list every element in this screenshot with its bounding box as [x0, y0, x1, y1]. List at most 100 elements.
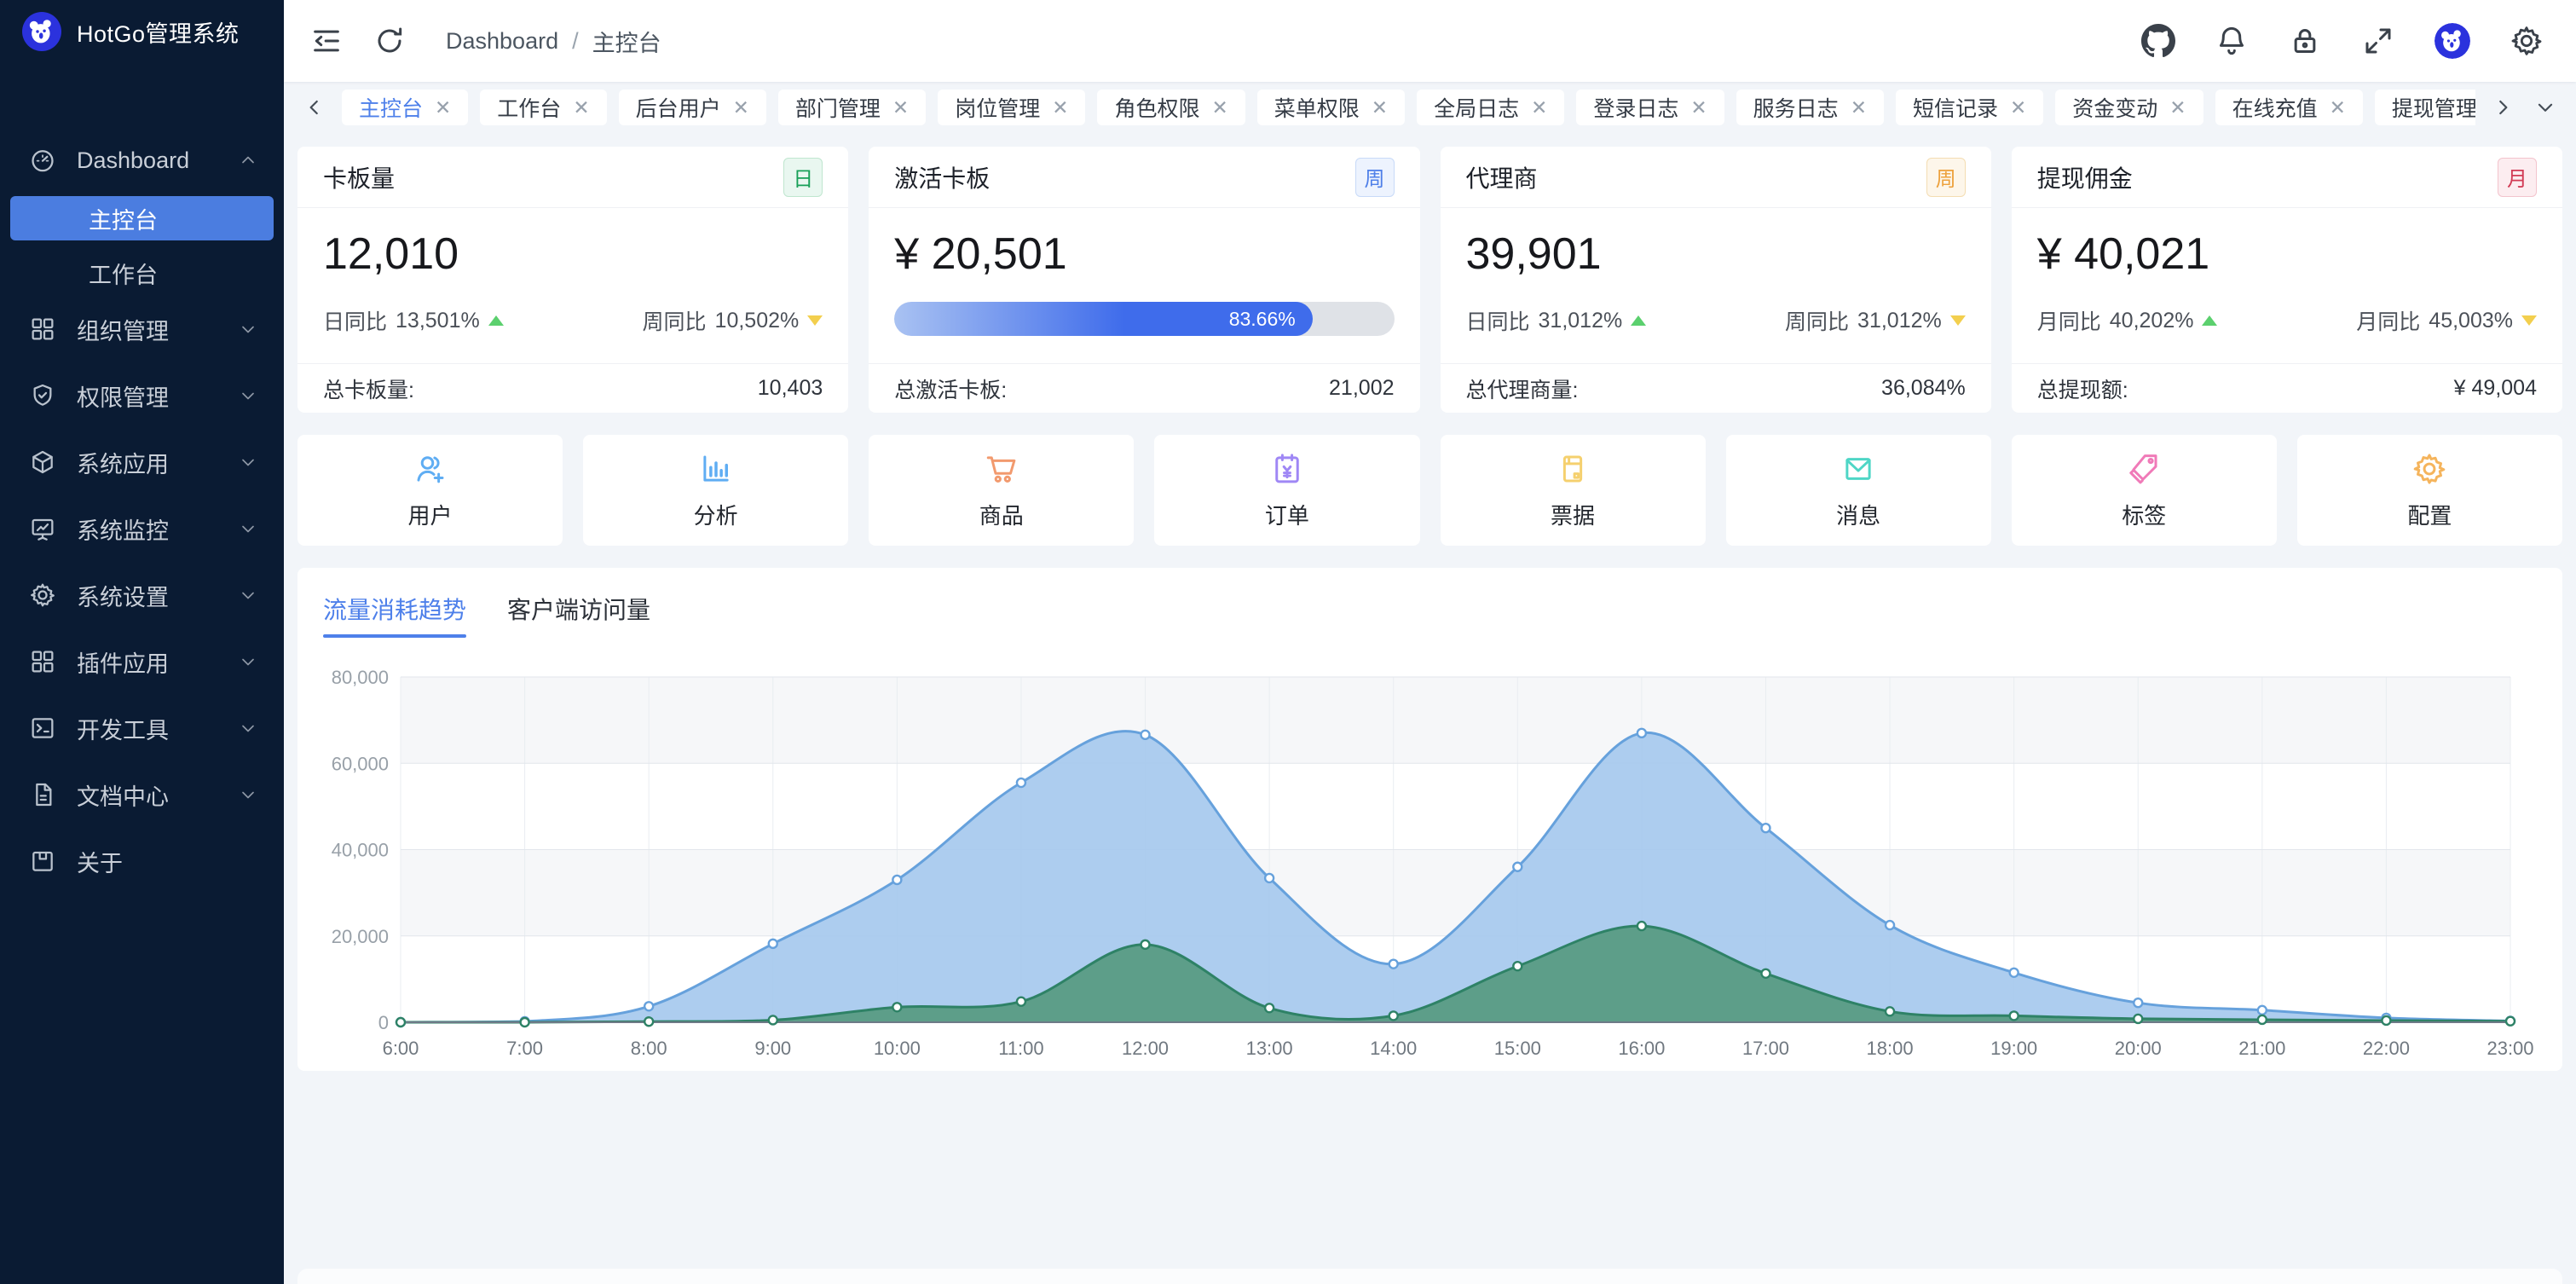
traffic-area-chart: 020,00040,00060,00080,0006:007:008:009:0…: [320, 645, 2540, 1079]
footer-value: ¥ 49,004: [2454, 376, 2537, 401]
monitor-chart-icon: [29, 515, 56, 542]
logo-row[interactable]: HotGo管理系统: [0, 0, 284, 55]
page-tab-7[interactable]: 全局日志 ✕: [1417, 90, 1564, 125]
trend-up-icon: [488, 315, 504, 326]
page-tab-label: 主控台: [359, 92, 423, 123]
quick-action-1[interactable]: 分析: [583, 435, 848, 546]
sidebar-item-1[interactable]: 组织管理: [0, 305, 284, 353]
close-tab-icon[interactable]: ✕: [435, 96, 451, 119]
trend-down-icon: [807, 315, 823, 326]
quick-action-0[interactable]: 用户: [297, 435, 563, 546]
tab-traffic-trend[interactable]: 流量消耗趋势: [323, 592, 466, 638]
svg-text:20,000: 20,000: [332, 926, 389, 947]
close-tab-icon[interactable]: ✕: [1212, 96, 1228, 119]
sidebar-item-9[interactable]: 关于: [0, 837, 284, 885]
footer-value: 10,403: [758, 376, 823, 401]
tabs-scroll-left-icon[interactable]: [299, 92, 330, 123]
refresh-icon[interactable]: [373, 24, 407, 58]
quick-action-label: 分析: [694, 499, 738, 530]
page-tab-label: 部门管理: [795, 92, 881, 123]
page-tab-12[interactable]: 在线充值✕: [2215, 90, 2363, 125]
github-icon[interactable]: [2141, 24, 2175, 58]
page-tab-1[interactable]: 工作台✕: [480, 90, 606, 125]
svg-text:15:00: 15:00: [1494, 1038, 1541, 1059]
period-badge-week: 周: [1355, 158, 1395, 197]
bar-chart-icon: [698, 451, 734, 487]
breadcrumb-root[interactable]: Dashboard: [446, 28, 558, 55]
page-tab-label: 菜单权限: [1274, 92, 1360, 123]
sidebar-item-7[interactable]: 开发工具: [0, 704, 284, 752]
page-tab-4[interactable]: 岗位管理✕: [938, 90, 1085, 125]
sidebar-item-8[interactable]: 文档中心: [0, 771, 284, 818]
close-tab-icon[interactable]: ✕: [1372, 96, 1388, 119]
tabs-menu-chevron-down-icon[interactable]: [2530, 92, 2561, 123]
user-avatar[interactable]: [2434, 23, 2470, 59]
chevron-down-icon: [238, 585, 258, 605]
sidebar-item-2[interactable]: 权限管理: [0, 372, 284, 419]
sidebar-subitem-0-1[interactable]: 工作台: [10, 251, 274, 295]
page-tab-8[interactable]: 登录日志✕: [1576, 90, 1724, 125]
svg-text:10:00: 10:00: [874, 1038, 921, 1059]
page-tab-11[interactable]: 资金变动✕: [2055, 90, 2203, 125]
page-tab-label: 全局日志: [1434, 92, 1519, 123]
quick-action-6[interactable]: 标签: [2012, 435, 2277, 546]
sidebar-item-0[interactable]: Dashboard: [0, 136, 284, 184]
svg-text:16:00: 16:00: [1618, 1038, 1665, 1059]
close-tab-icon[interactable]: ✕: [1851, 96, 1867, 119]
gear-icon: [29, 581, 56, 609]
sidebar-collapse-icon[interactable]: [309, 24, 344, 58]
progress-percent-label: 83.66%: [1229, 308, 1296, 331]
close-tab-icon[interactable]: ✕: [2169, 96, 2186, 119]
lock-screen-icon[interactable]: [2288, 24, 2322, 58]
page-tab-0[interactable]: 主控台 ✕: [342, 90, 468, 125]
page-tab-10[interactable]: 短信记录✕: [1896, 90, 2043, 125]
close-tab-icon[interactable]: ✕: [1531, 96, 1547, 119]
sidebar-nav: Dashboard 主控台工作台组织管理权限管理系统应用系统监控系统设置插件应用开…: [0, 55, 284, 904]
metric-week-over-week: 周同比 31,012%: [1785, 305, 1966, 336]
quick-action-2[interactable]: 商品: [869, 435, 1134, 546]
page-tab-3[interactable]: 部门管理 ✕: [778, 90, 926, 125]
close-tab-icon[interactable]: ✕: [1690, 96, 1707, 119]
close-tab-icon[interactable]: ✕: [892, 96, 909, 119]
svg-text:18:00: 18:00: [1867, 1038, 1914, 1059]
quick-action-4[interactable]: 票据: [1441, 435, 1706, 546]
quick-action-7[interactable]: 配置: [2297, 435, 2562, 546]
page-tab-6[interactable]: 菜单权限 ✕: [1257, 90, 1405, 125]
breadcrumb-separator: /: [572, 28, 579, 55]
trend-down-icon: [1950, 315, 1966, 326]
sidebar-item-4[interactable]: 系统监控: [0, 505, 284, 552]
quick-action-3[interactable]: 订单: [1154, 435, 1419, 546]
ticket-icon: [1555, 451, 1591, 487]
app-title: HotGo管理系统: [77, 15, 240, 49]
page-tab-13[interactable]: 提现管理✕: [2375, 90, 2475, 125]
close-tab-icon[interactable]: ✕: [1052, 96, 1068, 119]
tab-client-visits[interactable]: 客户端访问量: [507, 592, 650, 638]
card-title: 提现佣金: [2037, 160, 2133, 194]
main-area: Dashboard / 主控台: [284, 0, 2576, 1284]
breadcrumb: Dashboard / 主控台: [446, 25, 661, 58]
close-tab-icon[interactable]: ✕: [573, 96, 589, 119]
chevron-up-icon: [238, 150, 258, 171]
stat-card-activated: 激活卡板 周 ¥ 20,501 83.66% 总激活卡板: 21,002: [869, 147, 1419, 413]
settings-gear-icon[interactable]: [2510, 24, 2544, 58]
sidebar-item-6[interactable]: 插件应用: [0, 638, 284, 685]
close-tab-icon[interactable]: ✕: [733, 96, 749, 119]
sidebar-item-3[interactable]: 系统应用: [0, 438, 284, 486]
page-tab-9[interactable]: 服务日志✕: [1736, 90, 1884, 125]
tabs-scroll-right-icon[interactable]: [2487, 92, 2518, 123]
topbar: Dashboard / 主控台: [284, 0, 2576, 82]
user-add-icon: [413, 451, 448, 487]
page-tab-2[interactable]: 后台用户✕: [619, 90, 766, 125]
close-tab-icon[interactable]: ✕: [2010, 96, 2026, 119]
trend-up-icon: [2202, 315, 2217, 326]
hotgo-logo-icon: [22, 12, 61, 51]
sidebar-item-label: 权限管理: [77, 379, 169, 413]
config-gear-icon: [2411, 451, 2447, 487]
notifications-bell-icon[interactable]: [2215, 24, 2249, 58]
page-tab-5[interactable]: 角色权限✕: [1097, 90, 1245, 125]
close-tab-icon[interactable]: ✕: [2330, 96, 2346, 119]
fullscreen-icon[interactable]: [2361, 24, 2395, 58]
quick-action-5[interactable]: 消息: [1726, 435, 1991, 546]
sidebar-item-5[interactable]: 系统设置: [0, 571, 284, 619]
sidebar-subitem-0-0[interactable]: 主控台: [10, 196, 274, 240]
